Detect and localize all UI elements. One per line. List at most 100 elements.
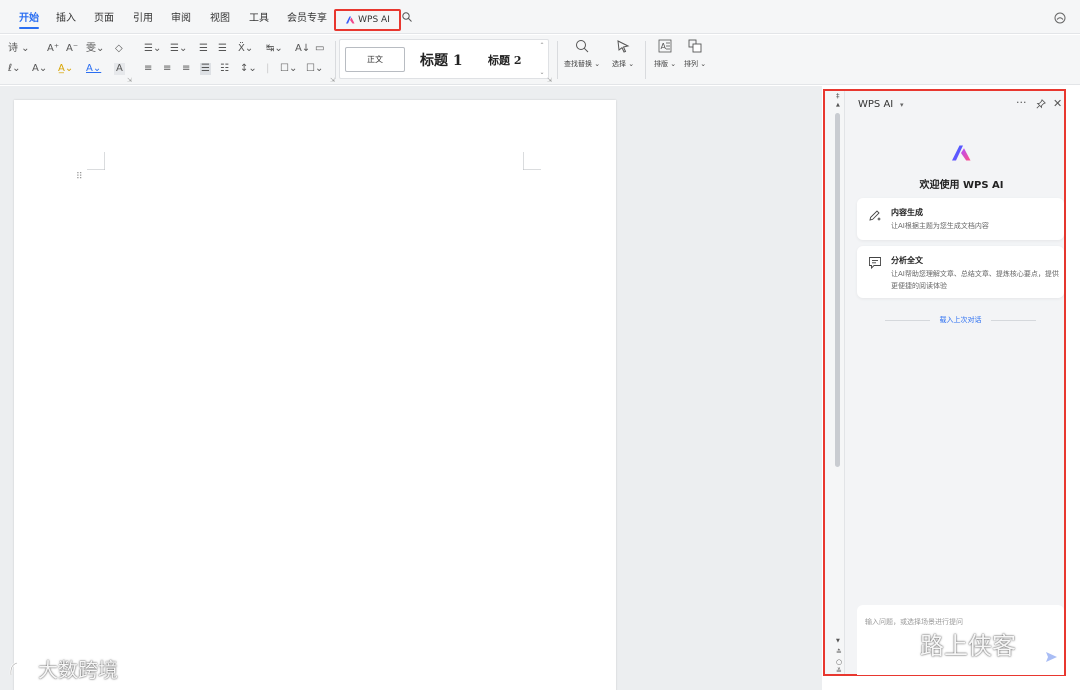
next-page-icon[interactable]: ≚ bbox=[836, 668, 842, 675]
scroll-down-icon[interactable]: ▼ bbox=[836, 639, 840, 644]
comment-analysis-icon bbox=[869, 257, 881, 270]
phonetic-icon[interactable]: 雯⌄ bbox=[86, 44, 104, 54]
tab-home[interactable]: 开始 bbox=[19, 9, 39, 29]
char-case-icon[interactable]: Ẍ⌄ bbox=[238, 44, 253, 54]
scroll-top-icon[interactable]: ‡ bbox=[836, 93, 840, 100]
ribbon-separator bbox=[557, 41, 558, 79]
layout-label: 排版 bbox=[654, 60, 668, 68]
tab-stop-icon[interactable]: ↹⌄ bbox=[266, 44, 283, 54]
layout-icon: A bbox=[658, 39, 672, 53]
card-analyze-document[interactable]: 分析全文 让AI帮助您理解文章、总结文章、提炼核心要点，提供更便捷的阅读体验 bbox=[857, 246, 1064, 298]
watermark-right: 路上侠客 bbox=[880, 626, 1016, 661]
tab-references[interactable]: 引用 bbox=[133, 9, 153, 24]
style-normal[interactable]: 正文 bbox=[345, 47, 405, 72]
watermark-left: 大数跨境 bbox=[8, 654, 118, 683]
arrange-label: 排列 bbox=[684, 60, 698, 68]
pin-icon[interactable] bbox=[1036, 99, 1046, 109]
styles-expand-icon[interactable]: ⇲ bbox=[547, 77, 552, 84]
find-icon bbox=[576, 40, 589, 53]
increase-font-icon[interactable]: A⁺ bbox=[47, 44, 59, 54]
scroll-up-icon[interactable]: ▲ bbox=[836, 103, 840, 108]
numbered-list-icon[interactable]: ☰⌄ bbox=[170, 44, 187, 54]
document-page[interactable]: ⠿ bbox=[14, 100, 616, 690]
tab-insert[interactable]: 插入 bbox=[56, 9, 76, 24]
margin-corner-top-right bbox=[523, 152, 541, 170]
tab-review[interactable]: 审阅 bbox=[171, 9, 191, 24]
tab-member[interactable]: 会员专享 bbox=[287, 9, 327, 24]
document-area: ⠿ bbox=[0, 86, 822, 690]
more-options-icon[interactable]: ··· bbox=[1016, 96, 1027, 109]
border-icon[interactable]: ☐⌄ bbox=[306, 64, 323, 74]
pen-sparkle-icon bbox=[869, 210, 881, 221]
panel-title[interactable]: WPS AI bbox=[858, 99, 893, 110]
prev-page-icon[interactable]: ≛ bbox=[836, 649, 842, 656]
browse-object-icon[interactable]: ○ bbox=[836, 659, 842, 666]
chevron-up-icon[interactable]: ⌃ bbox=[539, 42, 544, 49]
select-button[interactable]: 选择 ⌄ bbox=[612, 39, 634, 69]
decrease-indent-icon[interactable]: ☰ bbox=[199, 44, 208, 54]
style-heading-2[interactable]: 标题 2 bbox=[488, 52, 521, 68]
tab-tools[interactable]: 工具 bbox=[249, 9, 269, 24]
welcome-heading: 欢迎使用 WPS AI bbox=[919, 180, 1004, 191]
align-center-icon[interactable]: ≡ bbox=[163, 64, 171, 74]
ribbon-toolbar: 诗 ⌄ A⁺ A⁻ 雯⌄ ◇ ℓ⌄ A⌄ A̲⌄ A⌄ A ⇲ ☰⌄ ☰⌄ ☰ … bbox=[0, 35, 1080, 85]
find-replace-label: 查找替换 bbox=[564, 60, 592, 68]
tab-wps-ai-label: WPS AI bbox=[358, 15, 390, 25]
scroll-thumb[interactable] bbox=[835, 113, 840, 467]
show-marks-icon[interactable]: ▭ bbox=[315, 44, 324, 54]
watermark-left-text: 大数跨境 bbox=[38, 658, 118, 682]
chevron-down-icon[interactable]: ⌄ bbox=[539, 69, 544, 76]
arrange-button[interactable]: 排列 ⌄ bbox=[684, 39, 706, 69]
text-effect-icon[interactable]: A⌄ bbox=[32, 64, 47, 74]
ribbon-tab-bar: 开始 插入 页面 引用 审阅 视图 工具 会员专享 WPS AI bbox=[0, 0, 1080, 34]
panel-scrollbar[interactable]: ‡ ▲ ▼ ≛ ○ ≚ bbox=[825, 91, 845, 675]
card-title: 分析全文 bbox=[891, 256, 923, 265]
paragraph-drag-handle[interactable]: ⠿ bbox=[76, 173, 83, 182]
increase-indent-icon[interactable]: ☰ bbox=[218, 44, 227, 54]
distribute-icon[interactable]: ☷ bbox=[220, 64, 229, 74]
styles-gallery: 正文 标题 1 标题 2 ⌃ ⌄ bbox=[339, 39, 549, 79]
highlight-icon[interactable]: A̲⌄ bbox=[58, 64, 73, 74]
line-spacing-icon[interactable]: ↕⌄ bbox=[240, 64, 257, 74]
ribbon-separator bbox=[335, 41, 336, 79]
wechat-icon bbox=[881, 632, 912, 655]
char-shading-icon[interactable]: A bbox=[114, 63, 125, 75]
chevron-down-icon[interactable]: ▾ bbox=[900, 101, 904, 109]
styles-scroll[interactable]: ⌃ ⌄ bbox=[538, 42, 546, 76]
watermark-right-text: 路上侠客 bbox=[920, 632, 1016, 660]
divider-line bbox=[991, 320, 1036, 321]
search-icon[interactable] bbox=[402, 12, 412, 22]
tab-view[interactable]: 视图 bbox=[210, 9, 230, 24]
card-content-generation[interactable]: 内容生成 让AI根据主题为您生成文档内容 bbox=[857, 198, 1064, 240]
justify-icon[interactable]: ☰ bbox=[200, 63, 211, 75]
find-replace-button[interactable]: 查找替换 ⌄ bbox=[564, 39, 600, 69]
arrange-icon bbox=[688, 39, 702, 53]
load-last-conversation-link[interactable]: 载入上次对话 bbox=[857, 315, 1064, 325]
font-color-icon[interactable]: A⌄ bbox=[86, 64, 101, 74]
margin-corner-top-left bbox=[87, 152, 105, 170]
card-desc: 让AI根据主题为您生成文档内容 bbox=[891, 222, 989, 230]
panel-header: WPS AI ▾ ··· ✕ bbox=[845, 91, 1064, 117]
font-group-expand-icon[interactable]: ⇲ bbox=[127, 77, 132, 84]
clear-format-icon[interactable]: ◇ bbox=[115, 44, 123, 54]
bullet-list-icon[interactable]: ☰⌄ bbox=[144, 44, 161, 54]
sort-icon[interactable]: A↓ bbox=[295, 44, 310, 54]
align-left-icon[interactable]: ≡ bbox=[144, 64, 152, 74]
shading-icon[interactable]: ☐⌄ bbox=[280, 64, 297, 74]
align-right-icon[interactable]: ≡ bbox=[182, 64, 190, 74]
close-icon[interactable]: ✕ bbox=[1053, 97, 1062, 110]
ribbon-separator bbox=[645, 41, 646, 79]
card-title: 内容生成 bbox=[891, 208, 923, 217]
layout-button[interactable]: A 排版 ⌄ bbox=[654, 39, 676, 69]
wps-ai-panel: ‡ ▲ ▼ ≛ ○ ≚ WPS AI ▾ ··· ✕ 欢迎使用 WPS AI 内… bbox=[823, 89, 1066, 676]
tab-page[interactable]: 页面 bbox=[94, 9, 114, 24]
font-size-select[interactable]: ℓ⌄ bbox=[8, 64, 21, 74]
card-desc: 让AI帮助您理解文章、总结文章、提炼核心要点，提供更便捷的阅读体验 bbox=[891, 270, 1059, 290]
font-family-select[interactable]: 诗 ⌄ bbox=[8, 44, 30, 54]
tab-wps-ai[interactable]: WPS AI bbox=[334, 9, 401, 31]
decrease-font-icon[interactable]: A⁻ bbox=[66, 44, 78, 54]
account-icon[interactable] bbox=[1054, 12, 1066, 24]
wps-ai-logo-icon bbox=[952, 145, 971, 161]
style-heading-1[interactable]: 标题 1 bbox=[420, 50, 463, 70]
send-icon[interactable] bbox=[1044, 650, 1058, 664]
